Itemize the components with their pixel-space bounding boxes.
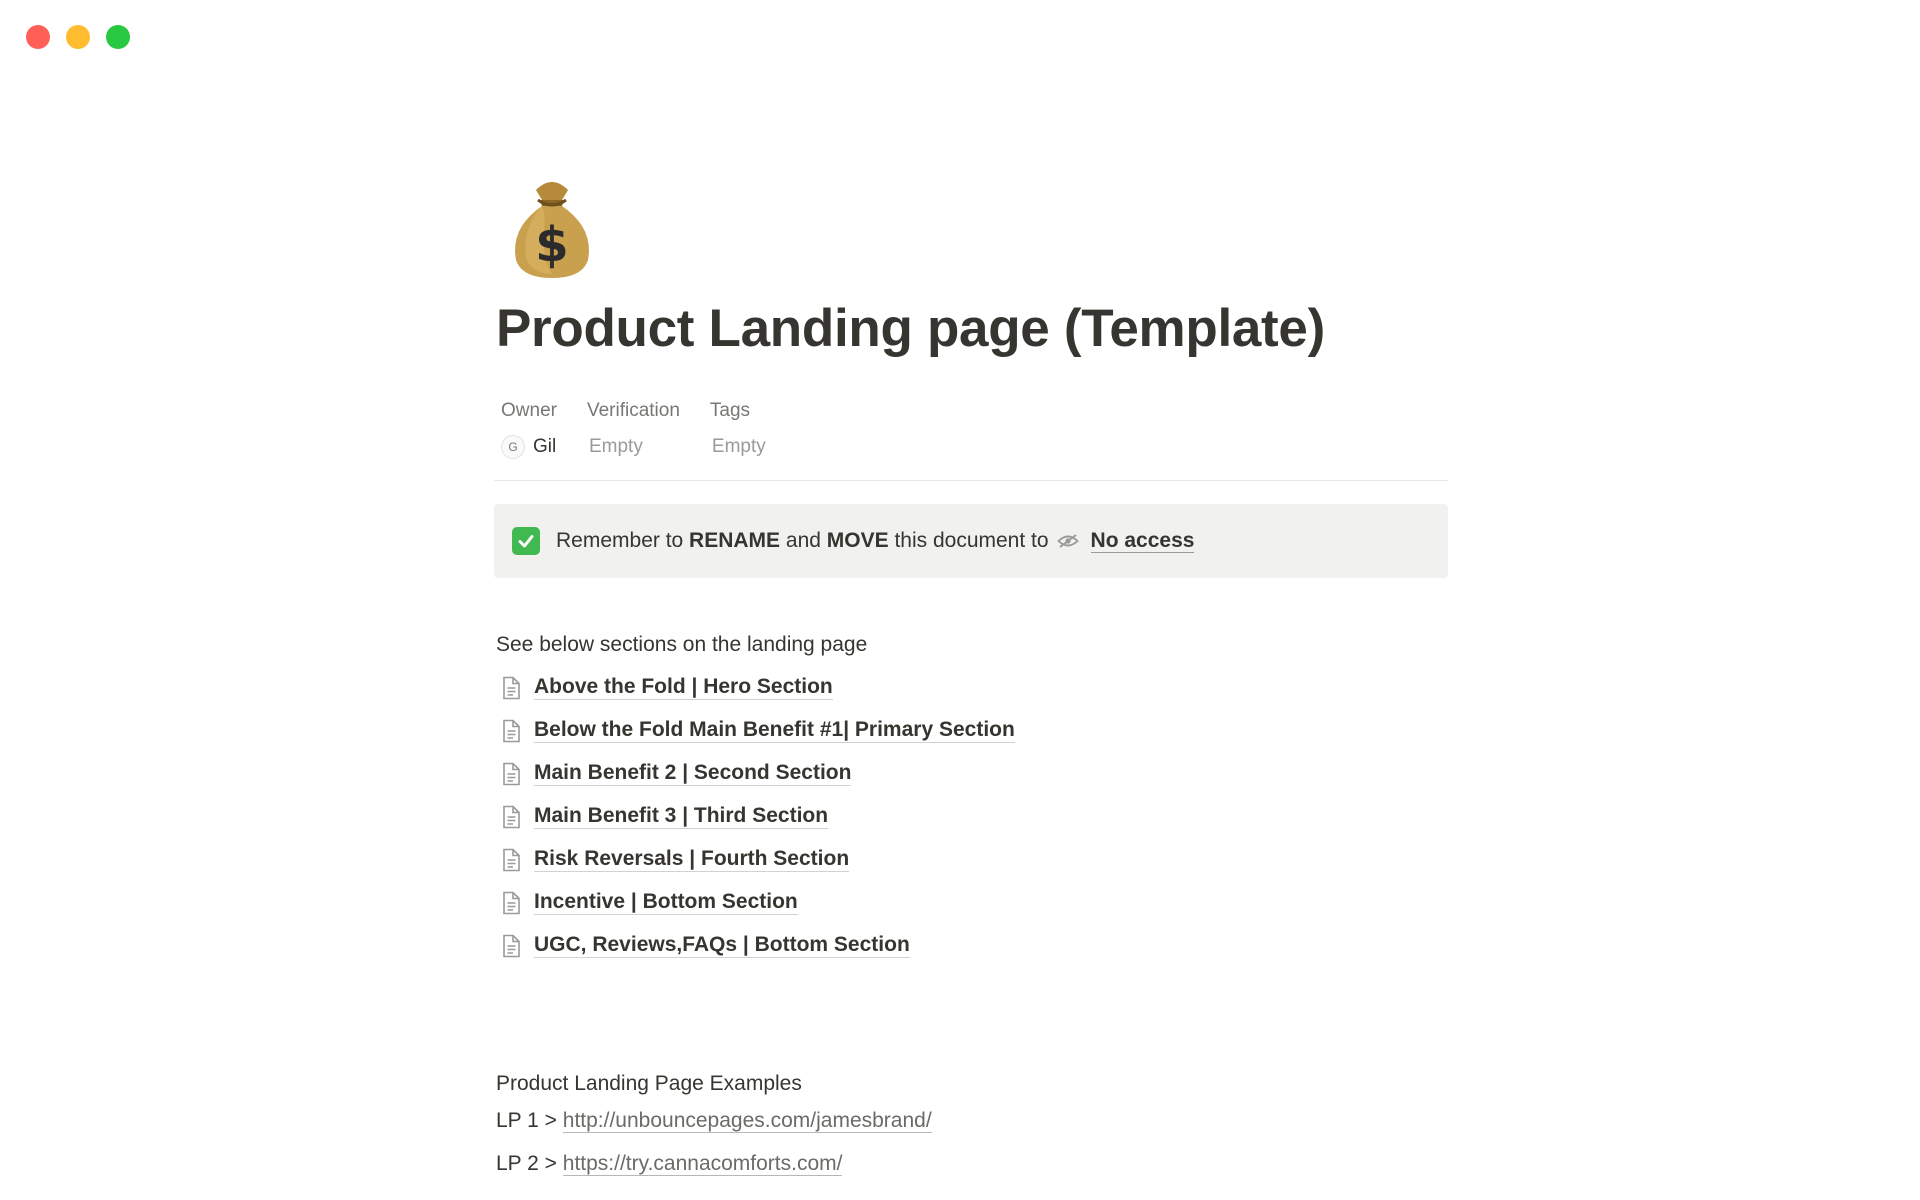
property-value-tags[interactable]: Empty [710, 434, 766, 460]
example-link[interactable]: http://unbouncepages.com/jamesbrand/ [562, 1109, 932, 1133]
document-icon [500, 676, 522, 700]
notion-window: $ Product Landing page (Template) Owner … [0, 0, 1920, 1200]
window-controls [26, 25, 130, 49]
list-item: Main Benefit 2 | Second Section [500, 752, 1448, 795]
sections-heading: See below sections on the landing page [496, 633, 868, 656]
document-icon [500, 762, 522, 786]
avatar: G [501, 435, 525, 459]
callout-rename-word: RENAME [689, 529, 781, 552]
list-item: Main Benefit 3 | Third Section [500, 795, 1448, 838]
callout-text-end: this document to [888, 529, 1049, 552]
page-link[interactable]: Main Benefit 3 | Third Section [534, 804, 829, 829]
close-window-button[interactable] [26, 25, 50, 49]
example-label: LP 1 > [496, 1109, 563, 1132]
property-value-owner[interactable]: G Gil [501, 434, 557, 460]
list-item: UGC, Reviews,FAQs | Bottom Section [500, 924, 1448, 967]
page-link[interactable]: Main Benefit 2 | Second Section [534, 761, 852, 786]
page-link[interactable]: Incentive | Bottom Section [534, 890, 798, 915]
svg-text:$: $ [535, 217, 568, 273]
property-owner: Owner G Gil [501, 398, 557, 460]
eye-slash-icon [1056, 533, 1079, 549]
callout-move-word: MOVE [826, 529, 889, 552]
check-mark-icon [512, 527, 540, 555]
document-icon [500, 891, 522, 915]
page-properties: Owner G Gil Verification Empty Tags Empt… [501, 398, 1448, 460]
list-item: Below the Fold Main Benefit #1| Primary … [500, 709, 1448, 752]
list-item: Incentive | Bottom Section [500, 881, 1448, 924]
no-access-link[interactable]: No access [1090, 529, 1195, 553]
list-item: Risk Reversals | Fourth Section [500, 838, 1448, 881]
example-row: LP 1 > http://unbouncepages.com/jamesbra… [496, 1099, 1448, 1142]
document-icon [500, 934, 522, 958]
property-verification: Verification Empty [587, 398, 680, 460]
document-icon [500, 848, 522, 872]
list-item: Above the Fold | Hero Section [500, 666, 1448, 709]
example-link[interactable]: https://try.cannacomforts.com/ [562, 1152, 843, 1176]
property-value-verification[interactable]: Empty [587, 434, 680, 460]
document-icon [500, 719, 522, 743]
page-link[interactable]: Risk Reversals | Fourth Section [534, 847, 850, 872]
callout-text-start: Remember to [556, 529, 690, 552]
minimize-window-button[interactable] [66, 25, 90, 49]
callout-text-and: and [780, 529, 827, 552]
examples-heading: Product Landing Page Examples [496, 1072, 802, 1095]
example-row: LP 2 > https://try.cannacomforts.com/ [496, 1142, 1448, 1185]
page-content: $ Product Landing page (Template) Owner … [494, 170, 1448, 1185]
property-name-owner[interactable]: Owner [501, 398, 557, 424]
page-link[interactable]: UGC, Reviews,FAQs | Bottom Section [534, 933, 910, 958]
page-title[interactable]: Product Landing page (Template) [496, 294, 1448, 364]
money-bag-icon[interactable]: $ [502, 170, 602, 280]
document-icon [500, 805, 522, 829]
section-link-list: Above the Fold | Hero Section Below the … [494, 666, 1448, 967]
properties-divider [494, 480, 1448, 481]
page-link[interactable]: Below the Fold Main Benefit #1| Primary … [534, 718, 1015, 743]
page-link[interactable]: Above the Fold | Hero Section [534, 675, 833, 700]
zoom-window-button[interactable] [106, 25, 130, 49]
property-tags: Tags Empty [710, 398, 766, 460]
example-label: LP 2 > [496, 1152, 563, 1175]
property-name-tags[interactable]: Tags [710, 398, 766, 424]
reminder-callout: Remember to RENAME and MOVE this documen… [494, 504, 1448, 578]
property-name-verification[interactable]: Verification [587, 398, 680, 424]
owner-name: Gil [533, 436, 557, 457]
